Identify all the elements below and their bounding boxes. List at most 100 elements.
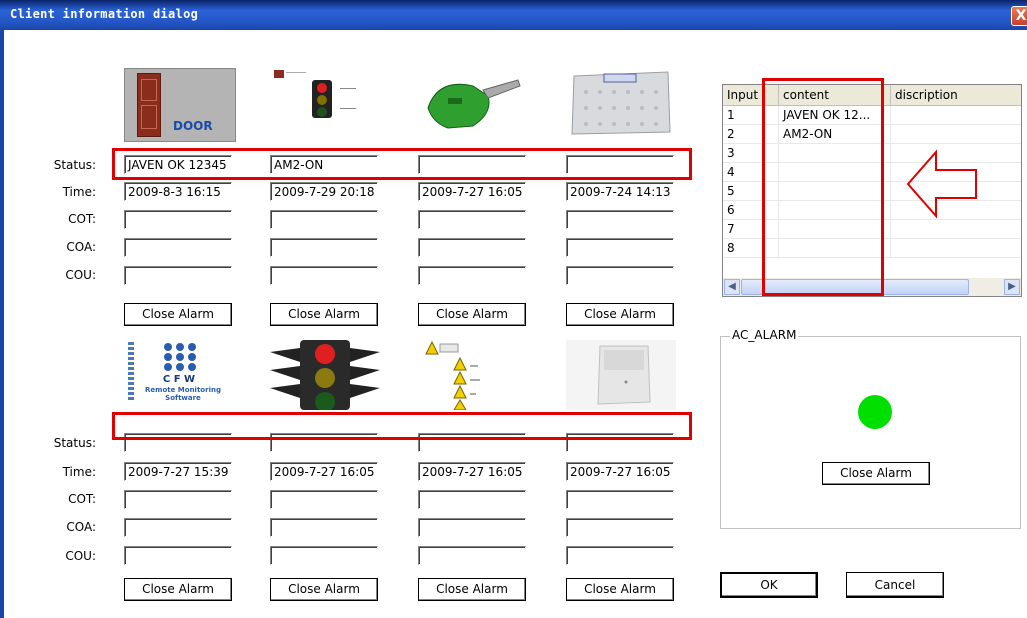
table-cell [779,220,891,238]
coa-label: COA: [66,240,96,254]
cou-label: COU: [65,549,96,563]
ac-close-alarm-button[interactable]: Close Alarm [822,462,930,485]
horizontal-scrollbar[interactable]: ◀ ▶ [723,278,1021,296]
table-cell: AM2-ON [779,125,891,143]
coa-field[interactable] [270,238,378,257]
coa-field[interactable] [270,518,378,537]
cot-field[interactable] [566,210,674,229]
coa-field[interactable] [418,238,526,257]
table-cell: 4 [723,163,779,181]
cot-field[interactable] [566,490,674,509]
cancel-button[interactable]: Cancel [846,572,944,598]
close-alarm-button[interactable]: Close Alarm [270,303,378,326]
table-row[interactable]: 2 AM2-ON [723,125,1021,144]
time-field[interactable]: 2009-7-27 16:05 [566,462,674,481]
close-alarm-button[interactable]: Close Alarm [566,578,674,601]
table-cell: 8 [723,239,779,257]
table-cell [891,106,1021,124]
close-alarm-button[interactable]: Close Alarm [270,578,378,601]
cot-label: COT: [68,212,96,226]
column-header-description[interactable]: discription [891,85,1021,105]
dialog-window: Client information dialog X DOOR Status:… [0,0,1027,618]
title-bar[interactable]: Client information dialog X [0,0,1027,30]
status-label: Status: [53,158,96,172]
cot-field[interactable] [418,490,526,509]
close-alarm-button[interactable]: Close Alarm [418,303,526,326]
coa-field[interactable] [124,518,232,537]
cou-field[interactable] [270,546,378,565]
cfw-logo-subtext: Remote Monitoring Software [145,386,221,402]
status-field[interactable] [566,155,674,174]
cou-field[interactable] [418,546,526,565]
junction-box-icon [566,68,676,138]
table-cell: 2 [723,125,779,143]
table-cell [891,220,1021,238]
coa-label: COA: [66,520,96,534]
table-cell [779,144,891,162]
time-field[interactable]: 2009-7-27 16:05 [418,182,526,201]
time-label: Time: [62,185,96,199]
table-row[interactable]: 8 [723,239,1021,258]
warning-list-icon [418,340,528,410]
door-icon-label: DOOR [173,119,213,133]
cfw-logo-icon: C F W Remote Monitoring Software [124,340,234,410]
motion-sensor-icon [566,340,676,410]
status-field[interactable] [566,433,674,452]
close-alarm-button[interactable]: Close Alarm [124,578,232,601]
cfw-logo-text: C F W [162,374,196,385]
table-cell: 6 [723,201,779,219]
table-cell [891,125,1021,143]
time-field[interactable]: 2009-7-27 16:05 [270,462,378,481]
status-field[interactable] [418,155,526,174]
table-cell: 7 [723,220,779,238]
table-row[interactable]: 7 [723,220,1021,239]
status-field[interactable]: AM2-ON [270,155,378,174]
scrollbar-thumb[interactable] [741,279,969,295]
coa-field[interactable] [566,518,674,537]
cou-field[interactable] [566,266,674,285]
table-cell [779,182,891,200]
time-field[interactable]: 2009-7-29 20:18 [270,182,378,201]
column-header-content[interactable]: content [779,85,891,105]
door-icon: DOOR [124,68,236,142]
ok-button[interactable]: OK [720,572,818,598]
close-alarm-button[interactable]: Close Alarm [124,303,232,326]
ac-alarm-group [720,336,1021,529]
table-cell [891,239,1021,257]
cot-field[interactable] [270,210,378,229]
table-cell: 1 [723,106,779,124]
table-cell: JAVEN OK 12... [779,106,891,124]
cou-field[interactable] [566,546,674,565]
time-field[interactable]: 2009-7-27 15:39 [124,462,232,481]
close-alarm-button[interactable]: Close Alarm [566,303,674,326]
time-field[interactable]: 2009-7-24 14:13 [566,182,674,201]
coa-field[interactable] [566,238,674,257]
time-field[interactable]: 2009-8-3 16:15 [124,182,232,201]
cot-field[interactable] [124,490,232,509]
status-field[interactable] [418,433,526,452]
cou-field[interactable] [124,266,232,285]
cou-field[interactable] [418,266,526,285]
scroll-right-icon[interactable]: ▶ [1004,279,1020,295]
table-row[interactable]: 1 JAVEN OK 12... [723,106,1021,125]
column-header-input[interactable]: Input [723,85,779,105]
cot-field[interactable] [124,210,232,229]
status-field[interactable]: JAVEN OK 12345 [124,155,232,174]
status-field[interactable] [270,433,378,452]
time-field[interactable]: 2009-7-27 16:05 [418,462,526,481]
close-alarm-button[interactable]: Close Alarm [418,578,526,601]
table-cell: 3 [723,144,779,162]
ac-alarm-label: AC_ALARM [730,328,799,342]
close-window-button[interactable]: X [1011,6,1027,26]
cot-field[interactable] [418,210,526,229]
cou-field[interactable] [124,546,232,565]
cot-field[interactable] [270,490,378,509]
table-cell [779,201,891,219]
traffic-light-large-icon [270,340,380,410]
coa-field[interactable] [124,238,232,257]
scroll-left-icon[interactable]: ◀ [724,279,740,295]
table-cell: 5 [723,182,779,200]
status-field[interactable] [124,433,232,452]
cou-field[interactable] [270,266,378,285]
coa-field[interactable] [418,518,526,537]
